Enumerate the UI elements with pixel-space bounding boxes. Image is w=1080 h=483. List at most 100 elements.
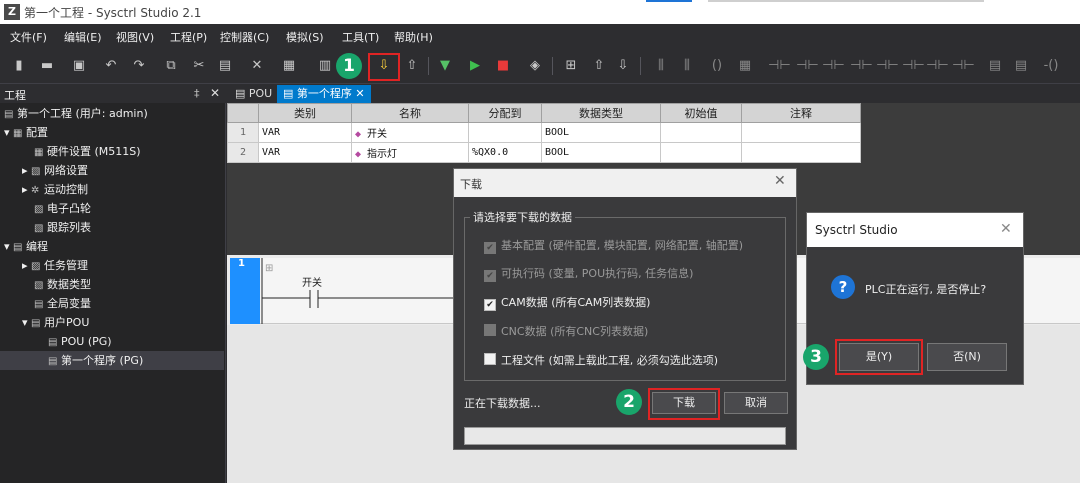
project-panel: 工程 ‡ ✕ ▤ 第一个工程 (用户: admin) ▾ ▦ 配置 ▦ 硬件设置 (M… <box>0 85 226 483</box>
tree-item-first-program[interactable]: ▤ 第一个程序 (PG) <box>0 351 224 370</box>
coil-icon[interactable]: () <box>708 57 726 75</box>
no-button[interactable]: 否(N) <box>927 343 1007 371</box>
cell-comment[interactable] <box>741 142 861 163</box>
option-project-file[interactable]: 工程文件 (如需上载此工程, 必须勾选此选项) <box>484 352 718 368</box>
paste-icon[interactable]: ▤ <box>216 57 234 75</box>
menu-controller[interactable]: 控制器(C) <box>220 29 269 45</box>
undo-icon[interactable]: ↶ <box>102 57 120 75</box>
contact-icon[interactable]: ⊣⊢ <box>876 57 899 75</box>
pin-icon[interactable]: ‡ <box>194 87 200 100</box>
network-icon[interactable]: ⊞ <box>562 57 580 75</box>
menu-edit[interactable]: 编辑(E) <box>64 29 102 45</box>
cell-name[interactable]: ◆ 指示灯 <box>351 142 469 163</box>
tree-item-config[interactable]: ▾ ▦ 配置 <box>4 123 48 142</box>
upload-icon[interactable]: ⇧ <box>403 57 421 75</box>
delete-icon[interactable]: ✕ <box>248 57 266 75</box>
contact-icon[interactable]: ⊣⊢ <box>768 57 791 75</box>
chevron-down-icon[interactable]: ▾ <box>4 240 10 253</box>
tree-item-hardware[interactable]: ▦ 硬件设置 (M511S) <box>34 142 141 161</box>
ladder-icon[interactable]: ⫼ <box>652 57 670 75</box>
menu-help[interactable]: 帮助(H) <box>394 29 433 45</box>
contact-icon[interactable]: ⊣⊢ <box>926 57 949 75</box>
new-file-icon[interactable]: ▮ <box>10 57 28 75</box>
menu-tools[interactable]: 工具(T) <box>342 29 379 45</box>
tree-item-network[interactable]: ▸ ▧ 网络设置 <box>22 161 88 180</box>
confirm-dialog: Sysctrl Studio ✕ ? PLC正在运行, 是否停止? 3 是(Y)… <box>803 212 1024 385</box>
menu-project[interactable]: 工程(P) <box>170 29 207 45</box>
cell-init[interactable] <box>660 142 742 163</box>
cell-comment[interactable] <box>741 122 861 143</box>
coil-icon[interactable]: -() <box>1042 57 1060 75</box>
cell-category[interactable]: VAR <box>258 122 352 143</box>
debug-icon[interactable]: ▼ <box>436 57 454 75</box>
contact-icon[interactable]: ⊣⊢ <box>796 57 819 75</box>
close-icon[interactable]: ✕ <box>352 87 364 100</box>
cell-assign[interactable]: %QX0.0 <box>468 142 542 163</box>
title-bar: Z 第一个工程 - Sysctrl Studio 2.1 <box>0 0 1080 24</box>
contact-icon[interactable]: ⊣⊢ <box>902 57 925 75</box>
down-icon[interactable]: ⇩ <box>614 57 632 75</box>
download-button[interactable]: 下载 <box>652 392 716 414</box>
chevron-right-icon[interactable]: ▸ <box>22 183 28 196</box>
cell-type[interactable]: BOOL <box>541 142 661 163</box>
table-row[interactable]: 1 VAR ◆ 开关 BOOL <box>227 122 861 143</box>
copy-icon[interactable]: ⧉ <box>162 57 180 75</box>
tree-item-cam[interactable]: ▨ 电子凸轮 <box>34 199 91 218</box>
tree-item-user-pou[interactable]: ▾ ▤ 用户POU <box>22 313 89 332</box>
tab-pou[interactable]: ▤ POU <box>229 85 278 103</box>
chevron-right-icon[interactable]: ▸ <box>22 164 28 177</box>
rung-number[interactable]: 1 <box>230 258 260 324</box>
cell-type[interactable]: BOOL <box>541 122 661 143</box>
monitor-icon[interactable]: ◈ <box>526 57 544 75</box>
contact-icon[interactable]: ⊣⊢ <box>850 57 873 75</box>
hardware-icon: ▦ <box>34 147 44 158</box>
tree-item-program[interactable]: ▾ ▤ 编程 <box>4 237 48 256</box>
close-icon[interactable]: ✕ <box>774 173 786 189</box>
download-icon[interactable]: ⇩ <box>375 57 393 75</box>
global-var-icon: ▤ <box>34 299 44 310</box>
cell-assign[interactable] <box>468 122 542 143</box>
open-folder-icon[interactable]: ▬ <box>38 57 56 75</box>
variable-icon: ◆ <box>355 129 368 140</box>
tree-item-global-vars[interactable]: ▤ 全局变量 <box>34 294 91 313</box>
redo-icon[interactable]: ↷ <box>130 57 148 75</box>
chevron-down-icon[interactable]: ▾ <box>22 316 28 329</box>
tree-item-pou[interactable]: ▤ POU (PG) <box>48 332 112 351</box>
chevron-down-icon[interactable]: ▾ <box>4 126 10 139</box>
yes-button[interactable]: 是(Y) <box>839 343 919 371</box>
up-icon[interactable]: ⇧ <box>590 57 608 75</box>
menu-file[interactable]: 文件(F) <box>10 29 47 45</box>
block-icon[interactable]: ▦ <box>736 57 754 75</box>
checkbox-icon[interactable] <box>484 353 496 365</box>
ladder-icon[interactable]: ⫼ <box>678 57 696 75</box>
contact-icon[interactable]: ⊣⊢ <box>952 57 975 75</box>
block-icon[interactable]: ▤ <box>986 57 1004 75</box>
cancel-button[interactable]: 取消 <box>724 392 788 414</box>
contact-icon[interactable]: ⊣⊢ <box>822 57 845 75</box>
chevron-right-icon[interactable]: ▸ <box>22 259 28 272</box>
tree-item-project[interactable]: ▤ 第一个工程 (用户: admin) <box>4 104 148 123</box>
cell-init[interactable] <box>660 122 742 143</box>
cut-icon[interactable]: ✂ <box>190 57 208 75</box>
toolbar-separator <box>640 57 641 75</box>
build-icon[interactable]: ▥ <box>316 57 334 75</box>
block-icon[interactable]: ▤ <box>1012 57 1030 75</box>
menu-view[interactable]: 视图(V) <box>116 29 154 45</box>
tree-item-datatypes[interactable]: ▧ 数据类型 <box>34 275 91 294</box>
option-cam-data[interactable]: ✔ CAM数据 (所有CAM列表数据) <box>484 294 650 311</box>
tree-item-motion[interactable]: ▸ ✲ 运动控制 <box>22 180 88 199</box>
tab-first-program[interactable]: ▤ 第一个程序 ✕ <box>277 85 371 103</box>
close-icon[interactable]: ✕ <box>1000 221 1012 237</box>
tree-item-tasks[interactable]: ▸ ▨ 任务管理 <box>22 256 88 275</box>
save-icon[interactable]: ▣ <box>70 57 88 75</box>
stop-icon[interactable]: ■ <box>494 57 512 75</box>
table-row[interactable]: 2 VAR ◆ 指示灯 %QX0.0 BOOL <box>227 142 861 163</box>
close-icon[interactable]: ✕ <box>210 86 220 100</box>
cell-name[interactable]: ◆ 开关 <box>351 122 469 143</box>
compile-icon[interactable]: ▦ <box>280 57 298 75</box>
menu-simulate[interactable]: 模拟(S) <box>286 29 324 45</box>
run-icon[interactable]: ▶ <box>466 57 484 75</box>
cell-category[interactable]: VAR <box>258 142 352 163</box>
tree-item-trace[interactable]: ▧ 跟踪列表 <box>34 218 91 237</box>
checkbox-checked-icon[interactable]: ✔ <box>484 299 496 311</box>
